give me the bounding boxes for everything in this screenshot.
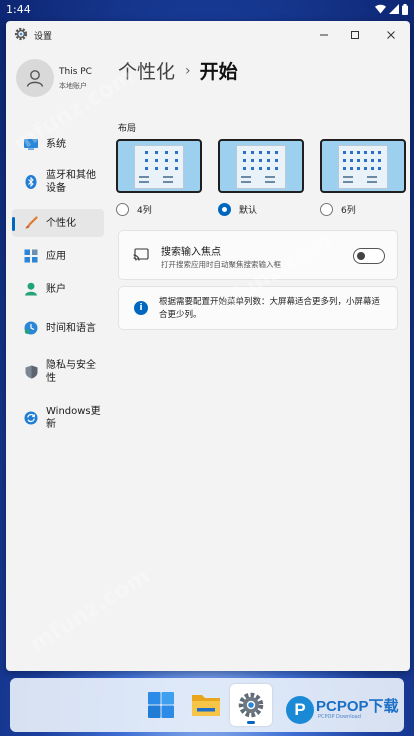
layout-preview-4-columns[interactable] xyxy=(116,139,202,193)
sidebar-item-personalization[interactable]: 个性化 xyxy=(12,209,104,237)
sidebar-item-label: 账户 xyxy=(46,283,66,295)
layout-option-4-columns[interactable]: 4列 xyxy=(116,203,152,216)
sidebar-item-label: 个性化 xyxy=(46,217,76,229)
sidebar-item-time-language[interactable]: 时间和语言 xyxy=(12,311,104,345)
radio-label: 默认 xyxy=(239,206,258,216)
radio-label: 4列 xyxy=(137,206,152,216)
sidebar-item-privacy-security[interactable]: 隐私与安全性 xyxy=(12,355,104,389)
toggle-knob xyxy=(357,252,365,260)
layout-preview-default[interactable] xyxy=(218,139,304,193)
settings-gear-icon xyxy=(238,692,264,718)
account-icon xyxy=(24,282,38,296)
shield-icon xyxy=(24,365,38,379)
status-bar: 1:44 xyxy=(0,0,414,18)
start-menu-preview xyxy=(236,145,286,189)
profile-account-type: 本地账户 xyxy=(59,82,87,90)
sidebar-item-bluetooth[interactable]: 蓝牙和其他设备 xyxy=(12,165,104,199)
close-button[interactable] xyxy=(377,25,405,45)
apps-icon xyxy=(24,249,38,263)
windows-start-icon xyxy=(148,692,174,718)
minimize-icon xyxy=(320,34,328,36)
brand-name: PCPOP下载 xyxy=(316,698,399,715)
breadcrumb-parent[interactable]: 个性化 xyxy=(118,57,175,84)
layout-section-label: 布局 xyxy=(118,124,137,134)
sidebar-item-accounts[interactable]: 账户 xyxy=(12,278,104,300)
radio-button[interactable] xyxy=(320,203,333,216)
taskbar-settings[interactable] xyxy=(230,684,272,726)
sidebar-item-label: 时间和语言 xyxy=(46,322,96,334)
status-time: 1:44 xyxy=(6,2,31,16)
user-avatar-icon xyxy=(26,70,44,87)
folder-icon xyxy=(192,695,220,716)
maximize-icon xyxy=(351,31,359,39)
maximize-button[interactable] xyxy=(341,25,369,45)
breadcrumb-separator: › xyxy=(185,62,191,79)
start-menu-preview xyxy=(134,145,184,189)
bluetooth-icon xyxy=(24,175,38,189)
active-app-indicator xyxy=(247,721,255,724)
radio-button-selected[interactable] xyxy=(218,203,231,216)
layout-option-default[interactable]: 默认 xyxy=(218,203,257,216)
cast-screen-icon xyxy=(133,248,149,261)
brush-icon xyxy=(24,216,38,230)
signal-icon xyxy=(389,4,399,14)
minimize-button[interactable] xyxy=(310,25,338,45)
wifi-icon xyxy=(375,4,386,14)
page-title: 开始 xyxy=(199,61,238,83)
setting-description: 打开搜索应用时自动聚焦搜索输入框 xyxy=(161,260,281,269)
info-icon: i xyxy=(134,301,148,315)
sidebar-item-label: 蓝牙和其他设备 xyxy=(46,170,96,194)
setting-title: 搜索输入焦点 xyxy=(161,247,221,258)
sidebar-item-system[interactable]: 系统 xyxy=(12,133,104,155)
radio-button[interactable] xyxy=(116,203,129,216)
main-content: 个性化 › 开始 布局 4列 默认 6列 搜索输入焦点 打开搜索应用时自动聚焦搜… xyxy=(116,49,406,669)
battery-icon xyxy=(402,3,408,15)
sidebar-item-label: 系统 xyxy=(46,138,66,150)
settings-gear-icon xyxy=(14,27,28,41)
sidebar: This PC 本地账户 系统 蓝牙和其他设备 个性化 应用 账户 时间和语言 … xyxy=(6,49,106,669)
pcpop-logo-icon: P xyxy=(286,696,314,724)
settings-window: 设置 This PC 本地账户 系统 蓝牙和其他设备 个性化 应用 账户 时间和… xyxy=(6,21,410,671)
sidebar-item-label: Windows更新 xyxy=(46,406,101,430)
taskbar-file-explorer[interactable] xyxy=(185,684,227,726)
search-focus-setting-card: 搜索输入焦点 打开搜索应用时自动聚焦搜索输入框 xyxy=(118,230,398,280)
title-bar: 设置 xyxy=(6,21,410,49)
breadcrumb: 个性化 › 开始 xyxy=(118,57,238,84)
start-menu-preview xyxy=(338,145,388,189)
time-language-icon xyxy=(24,321,38,335)
close-icon xyxy=(387,31,395,39)
info-card: i 根据需要配置开始菜单列数：大屏幕适合更多列，小屏幕适合更少列。 xyxy=(118,286,398,330)
update-icon xyxy=(24,411,38,425)
brand-subtitle: PCPOP Download xyxy=(318,714,361,720)
avatar xyxy=(16,59,54,97)
active-indicator xyxy=(12,217,15,231)
taskbar-start-button[interactable] xyxy=(140,684,182,726)
layout-option-6-columns[interactable]: 6列 xyxy=(320,203,356,216)
user-profile[interactable]: This PC 本地账户 xyxy=(16,59,108,97)
sidebar-item-windows-update[interactable]: Windows更新 xyxy=(12,401,104,435)
layout-preview-6-columns[interactable] xyxy=(320,139,406,193)
search-focus-toggle[interactable] xyxy=(353,248,385,264)
window-title: 设置 xyxy=(34,32,53,42)
profile-name: This PC xyxy=(59,67,92,77)
pcpop-brand-logo: P PCPOP下载 PCPOP Download xyxy=(286,690,412,730)
sidebar-item-label: 应用 xyxy=(46,250,66,262)
status-icons xyxy=(375,3,408,15)
sidebar-item-label: 隐私与安全性 xyxy=(46,360,96,384)
sidebar-item-apps[interactable]: 应用 xyxy=(12,245,104,267)
radio-label: 6列 xyxy=(341,206,356,216)
system-icon xyxy=(24,137,38,151)
info-text: 根据需要配置开始菜单列数：大屏幕适合更多列，小屏幕适合更少列。 xyxy=(159,297,381,320)
